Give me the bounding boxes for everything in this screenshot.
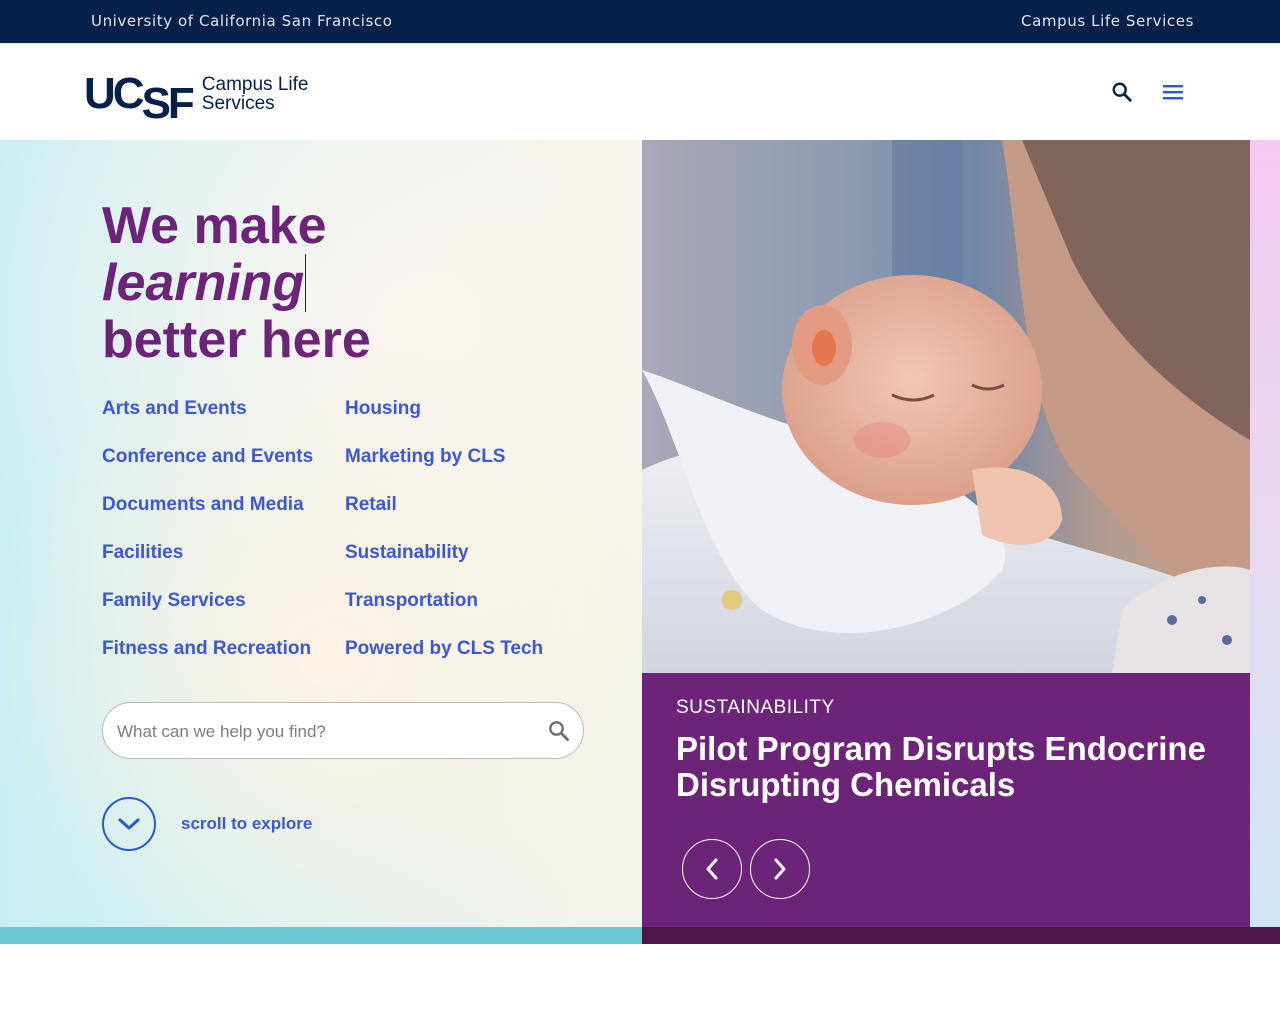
- header-menu-button[interactable]: [1159, 78, 1187, 106]
- site-header: UCSF Campus Life Services: [0, 43, 1280, 141]
- slide-image: [642, 140, 1250, 673]
- search-icon[interactable]: [547, 719, 571, 743]
- logo-mark: UCSF: [84, 69, 195, 128]
- link-retail[interactable]: Retail: [345, 494, 543, 542]
- scroll-to-explore[interactable]: scroll to explore: [102, 797, 312, 851]
- slide-title[interactable]: Pilot Program Disrupts Endocrine Disrupt…: [676, 731, 1236, 803]
- hero-headline: We make learning better here: [102, 198, 371, 369]
- scroll-label: scroll to explore: [181, 814, 313, 833]
- hero-section: We make learning better here Arts and Ev…: [0, 140, 1280, 927]
- link-marketing-by-cls[interactable]: Marketing by CLS: [345, 446, 543, 494]
- baby-photo-illustration: [642, 140, 1250, 673]
- link-transportation[interactable]: Transportation: [345, 590, 543, 638]
- link-housing[interactable]: Housing: [345, 398, 543, 446]
- service-links-column-1: Arts and Events Conference and Events Do…: [102, 398, 313, 686]
- search-icon: [1112, 82, 1132, 102]
- link-conference-and-events[interactable]: Conference and Events: [102, 446, 313, 494]
- link-family-services[interactable]: Family Services: [102, 590, 313, 638]
- headline-line2: learning: [102, 254, 307, 312]
- ucsf-logo[interactable]: UCSF Campus Life Services: [84, 64, 309, 128]
- chevron-down-icon: [118, 818, 140, 830]
- link-arts-and-events[interactable]: Arts and Events: [102, 398, 313, 446]
- hero-search: [102, 702, 584, 759]
- headline-line1: We make: [102, 197, 327, 255]
- link-powered-by-cls-tech[interactable]: Powered by CLS Tech: [345, 638, 543, 686]
- utility-bar: University of California San Francisco C…: [0, 0, 1280, 43]
- scroll-down-button[interactable]: [102, 797, 156, 851]
- logo-subtitle: Campus Life Services: [202, 75, 309, 113]
- carousel-prev-button[interactable]: [682, 839, 742, 899]
- logo-line1: Campus Life: [201, 74, 309, 95]
- accent-band-purple: [642, 927, 1280, 944]
- header-search-button[interactable]: [1108, 78, 1136, 106]
- chevron-right-icon: [774, 858, 786, 880]
- slide-category[interactable]: SUSTAINABILITY: [676, 697, 835, 719]
- service-links-column-2: Housing Marketing by CLS Retail Sustaina…: [345, 398, 543, 686]
- university-name: University of California San Francisco: [91, 12, 393, 30]
- hero-left-panel: We make learning better here Arts and Ev…: [0, 140, 642, 927]
- carousel-next-button[interactable]: [750, 839, 810, 899]
- menu-icon: [1163, 85, 1183, 100]
- chevron-left-icon: [706, 858, 718, 880]
- hero-search-input[interactable]: [115, 717, 529, 747]
- link-fitness-and-recreation[interactable]: Fitness and Recreation: [102, 638, 313, 686]
- next-slide-peek: [1250, 140, 1280, 927]
- link-facilities[interactable]: Facilities: [102, 542, 313, 590]
- slide-caption: SUSTAINABILITY Pilot Program Disrupts En…: [642, 673, 1250, 927]
- link-sustainability[interactable]: Sustainability: [345, 542, 543, 590]
- headline-line3: better here: [102, 311, 371, 369]
- link-documents-and-media[interactable]: Documents and Media: [102, 494, 313, 542]
- featured-carousel: SUSTAINABILITY Pilot Program Disrupts En…: [642, 140, 1250, 927]
- logo-line2: Services: [201, 93, 275, 114]
- campus-life-services-link[interactable]: Campus Life Services: [1021, 12, 1194, 30]
- accent-band-teal: [0, 927, 642, 944]
